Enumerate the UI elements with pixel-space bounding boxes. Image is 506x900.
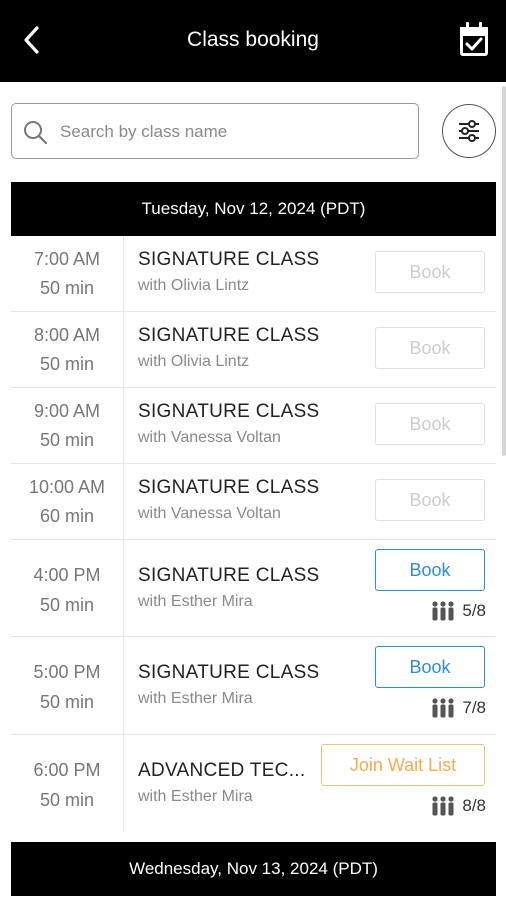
people-icon <box>432 601 454 621</box>
search-input[interactable] <box>58 116 412 148</box>
book-button: Book <box>375 479 485 521</box>
class-instructor: with Vanessa Voltan <box>138 505 281 522</box>
class-row: 9:00 AM 50 min SIGNATURE CLASS with Vane… <box>11 388 496 464</box>
search-box <box>11 103 419 159</box>
time-column: 5:00 PM 50 min <box>11 637 124 734</box>
class-list: 7:00 AM 50 min SIGNATURE CLASS with Oliv… <box>11 236 496 832</box>
class-name: SIGNATURE CLASS <box>138 325 320 346</box>
scrollbar[interactable] <box>502 86 506 456</box>
class-name: SIGNATURE CLASS <box>138 477 320 498</box>
class-row: 10:00 AM 60 min SIGNATURE CLASS with Van… <box>11 464 496 540</box>
class-name: SIGNATURE CLASS <box>138 249 320 270</box>
class-duration: 50 min <box>39 430 95 450</box>
capacity-count: 7/8 <box>462 698 486 717</box>
filter-button[interactable] <box>442 104 496 158</box>
people-icon <box>432 698 454 718</box>
class-duration: 50 min <box>39 692 95 712</box>
time-column: 7:00 AM 50 min <box>11 236 124 311</box>
class-name: SIGNATURE CLASS <box>138 401 320 422</box>
class-time: 9:00 AM <box>33 401 101 421</box>
class-row: 6:00 PM 50 min ADVANCED TEC... with Esth… <box>11 735 496 832</box>
capacity-count: 8/8 <box>462 796 486 815</box>
class-duration: 50 min <box>39 790 95 810</box>
time-column: 9:00 AM 50 min <box>11 388 124 463</box>
search-icon <box>24 121 48 145</box>
join-wait-list-button[interactable]: Join Wait List <box>321 744 485 786</box>
class-time: 4:00 PM <box>33 565 101 585</box>
class-duration: 60 min <box>39 506 95 526</box>
book-button: Book <box>375 403 485 445</box>
capacity-indicator: 8/8 <box>430 795 486 817</box>
time-column: 10:00 AM 60 min <box>11 464 124 539</box>
capacity-indicator: 5/8 <box>430 600 486 622</box>
class-instructor: with Esther Mira <box>138 690 253 707</box>
class-row: 5:00 PM 50 min SIGNATURE CLASS with Esth… <box>11 637 496 735</box>
calendar-check-icon <box>460 22 488 56</box>
page-title: Class booking <box>187 28 319 51</box>
class-time: 6:00 PM <box>33 760 101 780</box>
book-button: Book <box>375 327 485 369</box>
capacity-indicator: 7/8 <box>430 697 486 719</box>
day-header: Tuesday, Nov 12, 2024 (PDT) <box>11 182 496 236</box>
class-instructor: with Olivia Lintz <box>138 277 250 294</box>
class-instructor: with Olivia Lintz <box>138 353 250 370</box>
class-duration: 50 min <box>39 278 95 298</box>
class-time: 8:00 AM <box>33 325 101 345</box>
class-time: 7:00 AM <box>33 249 101 269</box>
class-instructor: with Esther Mira <box>138 788 253 805</box>
class-name: SIGNATURE CLASS <box>138 565 320 586</box>
book-button[interactable]: Book <box>375 646 485 688</box>
time-column: 8:00 AM 50 min <box>11 312 124 387</box>
class-duration: 50 min <box>39 354 95 374</box>
class-time: 5:00 PM <box>33 662 101 682</box>
time-column: 4:00 PM 50 min <box>11 540 124 636</box>
calendar-button[interactable] <box>456 20 492 60</box>
class-row: 8:00 AM 50 min SIGNATURE CLASS with Oliv… <box>11 312 496 388</box>
book-button: Book <box>375 251 485 293</box>
class-name: SIGNATURE CLASS <box>138 662 320 683</box>
sliders-icon <box>459 120 479 142</box>
day-header: Wednesday, Nov 13, 2024 (PDT) <box>11 842 496 896</box>
class-name: ADVANCED TEC... <box>138 760 306 781</box>
app-header: Class booking <box>0 0 506 82</box>
people-icon <box>432 796 454 816</box>
class-duration: 50 min <box>39 595 95 615</box>
capacity-count: 5/8 <box>462 601 486 620</box>
time-column: 6:00 PM 50 min <box>11 735 124 832</box>
class-instructor: with Esther Mira <box>138 593 253 610</box>
book-button[interactable]: Book <box>375 549 485 591</box>
class-time: 10:00 AM <box>28 477 106 497</box>
class-row: 4:00 PM 50 min SIGNATURE CLASS with Esth… <box>11 540 496 637</box>
class-row: 7:00 AM 50 min SIGNATURE CLASS with Oliv… <box>11 236 496 312</box>
class-instructor: with Vanessa Voltan <box>138 429 281 446</box>
